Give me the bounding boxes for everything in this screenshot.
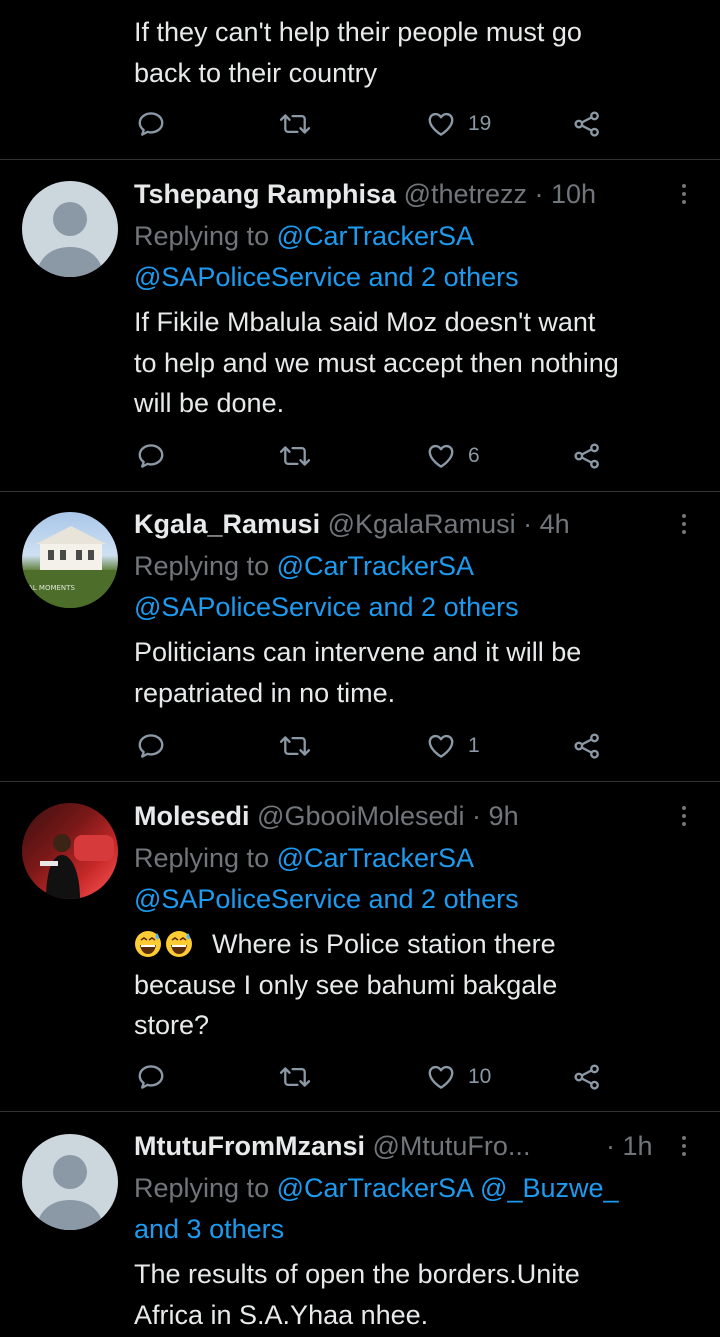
tweet-text: If they can't help their people must go … (134, 17, 582, 88)
person-photo-icon (40, 834, 114, 899)
reply-button[interactable] (136, 104, 166, 144)
more-options-button[interactable] (674, 1128, 694, 1164)
share-button[interactable] (572, 726, 602, 766)
share-icon (574, 111, 599, 137)
like-icon (428, 1065, 454, 1089)
avatar[interactable] (22, 1134, 118, 1230)
like-count: 1 (468, 734, 480, 757)
retweet-icon (279, 1067, 311, 1087)
avatar-caption: AL MOMENTS (28, 584, 75, 592)
more-options-icon (682, 514, 686, 518)
avatar[interactable]: AL MOMENTS (22, 512, 118, 608)
handle: @MtutuFro... (372, 1131, 531, 1161)
share-button[interactable] (572, 436, 602, 476)
handle-and-time: @thetrezz · 10h (403, 179, 597, 209)
default-avatar-icon (36, 1155, 104, 1230)
share-icon (574, 1064, 599, 1090)
display-name[interactable]: Kgala_Ramusi (134, 509, 320, 539)
like-button[interactable]: 10 (426, 1057, 491, 1097)
retweet-button[interactable] (278, 726, 312, 766)
house-photo-icon: AL MOMENTS (22, 526, 118, 608)
reply-icon (138, 112, 164, 136)
reply-button[interactable] (136, 726, 166, 766)
mention-link[interactable]: @SAPoliceService and 2 others (134, 262, 519, 292)
mention-link[interactable]: @SAPoliceService and 2 others (134, 592, 519, 622)
mention-link[interactable]: and 3 others (134, 1214, 284, 1244)
tweet-text: Where is Police station there because I … (134, 929, 558, 1040)
reply-icon (138, 444, 164, 468)
more-options-button[interactable] (674, 798, 694, 834)
replying-to: Replying to @CarTrackerSA @SAPoliceServi… (134, 546, 700, 627)
more-options-button[interactable] (674, 506, 694, 542)
display-name[interactable]: Molesedi (134, 801, 250, 831)
default-avatar-icon (36, 202, 104, 277)
share-button[interactable] (572, 104, 602, 144)
tweet-text: If Fikile Mbalula said Moz doesn't want … (134, 307, 619, 418)
replying-to: Replying to @CarTrackerSA @SAPoliceServi… (134, 838, 700, 919)
replying-label: Replying to (134, 551, 277, 581)
reply-icon (138, 734, 164, 758)
mention-link[interactable]: @CarTrackerSA (277, 551, 474, 581)
tweet-item[interactable]: AL MOMENTS Kgala_Ramusi @KgalaRamusi · 4… (0, 492, 720, 782)
replying-label: Replying to (134, 843, 277, 873)
mention-link[interactable]: @SAPoliceService and 2 others (134, 884, 519, 914)
replying-to: Replying to @CarTrackerSA @_Buzwe_ and 3… (134, 1168, 700, 1249)
like-button[interactable]: 6 (426, 436, 480, 476)
mention-link[interactable]: @CarTrackerSA @_Buzwe_ (277, 1173, 619, 1203)
like-icon (428, 444, 454, 468)
retweet-icon (279, 114, 311, 134)
share-button[interactable] (572, 1057, 602, 1097)
avatar[interactable] (22, 803, 118, 899)
reply-button[interactable] (136, 436, 166, 476)
tweet-item[interactable]: Tshepang Ramphisa @thetrezz · 10h Replyi… (0, 160, 720, 491)
mention-link[interactable]: @CarTrackerSA (277, 843, 474, 873)
replying-label: Replying to (134, 1173, 277, 1203)
tweet-header: Tshepang Ramphisa @thetrezz · 10h (134, 176, 660, 212)
retweet-button[interactable] (278, 1057, 312, 1097)
like-icon (428, 112, 454, 136)
more-options-button[interactable] (674, 176, 694, 212)
retweet-button[interactable] (278, 104, 312, 144)
like-icon (428, 734, 454, 758)
more-options-icon (682, 806, 686, 810)
tweet-item[interactable]: Molesedi @GbooiMolesedi · 9h Replying to… (0, 782, 720, 1112)
share-icon (574, 733, 599, 759)
mention-link[interactable]: @CarTrackerSA (277, 221, 474, 251)
like-button[interactable]: 1 (426, 726, 480, 766)
reply-icon (138, 1065, 164, 1089)
tweet-header: Molesedi @GbooiMolesedi · 9h (134, 798, 660, 834)
display-name[interactable]: MtutuFromMzansi (134, 1131, 365, 1161)
avatar[interactable] (22, 181, 118, 277)
tweet-actions: 19 (0, 104, 720, 144)
retweet-icon (279, 736, 311, 756)
more-options-icon (682, 184, 686, 188)
reply-button[interactable] (136, 1057, 166, 1097)
handle-and-time: @GbooiMolesedi · 9h (257, 801, 519, 831)
tweet-actions: 6 (0, 436, 720, 476)
tweet-actions: 1 (0, 726, 720, 766)
replying-to: Replying to @CarTrackerSA @SAPoliceServi… (134, 216, 700, 297)
like-button[interactable]: 19 (426, 104, 491, 144)
tweet-text: The results of open the borders.Unite Af… (134, 1259, 580, 1330)
tweet-text: Politicians can intervene and it will be… (134, 637, 582, 708)
like-count: 19 (468, 112, 492, 135)
retweet-button[interactable] (278, 436, 312, 476)
tweet-header: MtutuFromMzansi @MtutuFro... (134, 1128, 640, 1164)
tweet-actions: 10 (0, 1057, 720, 1097)
handle-and-time: @KgalaRamusi · 4h (327, 509, 570, 539)
share-icon (574, 443, 599, 469)
like-count: 10 (468, 1065, 492, 1088)
tweet-time: · 1h (606, 1131, 653, 1161)
display-name[interactable]: Tshepang Ramphisa (134, 179, 396, 209)
replying-label: Replying to (134, 221, 277, 251)
more-options-icon (682, 1136, 686, 1140)
retweet-icon (279, 446, 311, 466)
tweet-header: Kgala_Ramusi @KgalaRamusi · 4h (134, 506, 660, 542)
conversation-feed: If they can't help their people must go … (0, 0, 720, 1337)
like-count: 6 (468, 444, 480, 467)
tweet-item[interactable]: MtutuFromMzansi @MtutuFro... · 1h Replyi… (0, 1112, 720, 1337)
tweet-item[interactable]: If they can't help their people must go … (0, 0, 720, 160)
